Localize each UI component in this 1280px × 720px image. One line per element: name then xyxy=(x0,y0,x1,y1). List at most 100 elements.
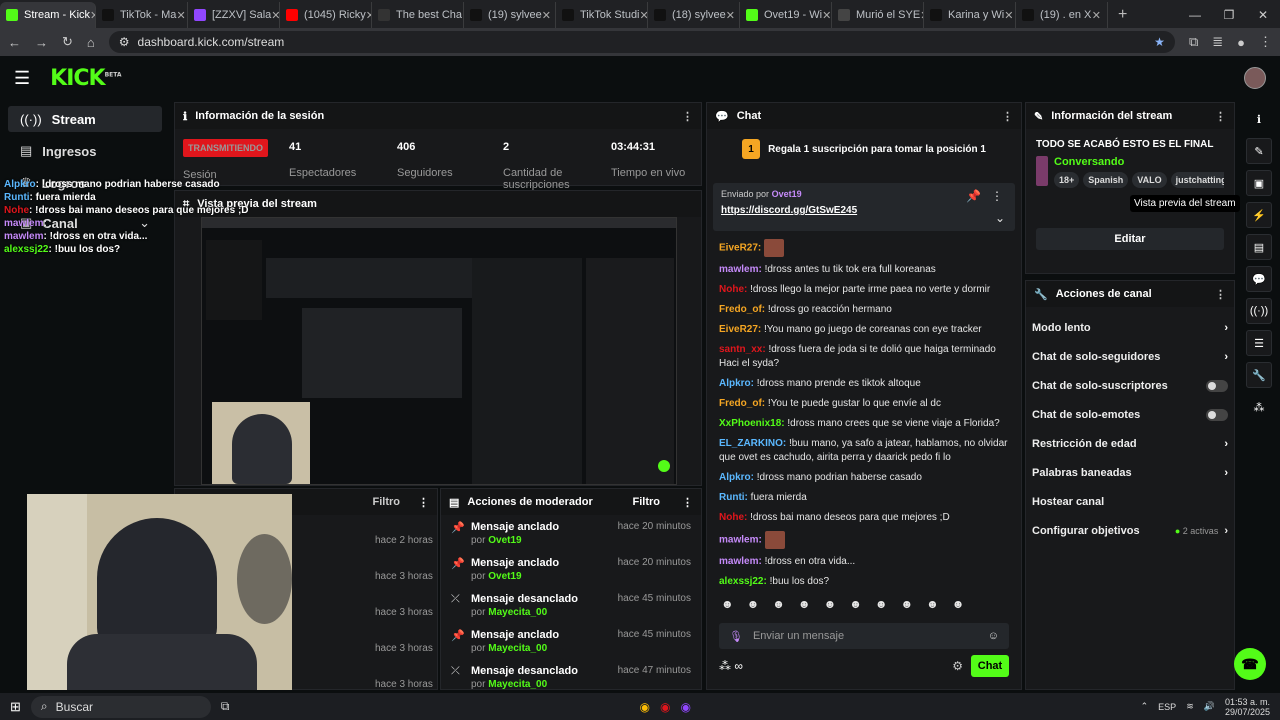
new-tab-icon[interactable]: + xyxy=(1108,2,1137,28)
maximize-icon[interactable]: ❐ xyxy=(1212,8,1246,22)
hamburger-menu-icon[interactable]: ☰ xyxy=(14,68,30,89)
toggle-switch[interactable] xyxy=(1206,379,1228,392)
emoji-picker-icon[interactable]: ☺ xyxy=(988,630,999,642)
close-tab-icon[interactable]: ✕ xyxy=(1092,9,1101,22)
points-icon[interactable]: ⁂ ∞ xyxy=(719,659,743,673)
chat-username[interactable]: Fredo_of: xyxy=(719,304,765,315)
stream-preview-icon[interactable]: ▣ xyxy=(1246,170,1272,196)
browser-menu-icon[interactable]: ⋮ xyxy=(1259,34,1272,50)
more-options-icon[interactable]: ⋮ xyxy=(1215,110,1226,123)
clock[interactable]: 01:53 a. m. 29/07/2025 xyxy=(1225,697,1270,717)
send-chat-button[interactable]: Chat xyxy=(971,655,1009,677)
emote-icon[interactable]: ☻ xyxy=(875,597,888,611)
apps-icon[interactable]: ⁂ xyxy=(1246,394,1272,420)
close-tab-icon[interactable]: ✕ xyxy=(1004,9,1013,22)
sidebar-item-stream[interactable]: ((·)) Stream xyxy=(8,106,162,132)
reload-icon[interactable]: ↻ xyxy=(62,34,73,50)
volume-icon[interactable]: 🔊 xyxy=(1204,701,1215,712)
app-taskbar-icon-2[interactable]: ◉ xyxy=(680,700,690,714)
emote-icon[interactable]: ☻ xyxy=(900,597,913,611)
channel-action-item[interactable]: Palabras baneadas › xyxy=(1026,458,1234,487)
chat-icon[interactable]: 💬 xyxy=(1246,266,1272,292)
close-tab-icon[interactable]: ✕ xyxy=(640,9,647,22)
chat-username[interactable]: mawlem: xyxy=(719,535,762,546)
chat-username[interactable]: Alpkro: xyxy=(719,378,754,389)
more-options-icon[interactable]: ⋮ xyxy=(682,110,693,123)
url-field[interactable]: ⚙ dashboard.kick.com/stream ★ xyxy=(108,31,1175,53)
mod-action-user[interactable]: Mayecita_00 xyxy=(488,679,547,689)
close-window-icon[interactable]: ✕ xyxy=(1246,8,1280,22)
document-icon[interactable]: ▤ xyxy=(1246,234,1272,260)
windows-start-icon[interactable]: ⊞ xyxy=(10,699,21,715)
emote-icon[interactable]: ☻ xyxy=(952,597,965,611)
browser-tab[interactable]: The best Cha✕ xyxy=(372,2,464,28)
chat-settings-icon[interactable]: ⚙ xyxy=(952,659,963,673)
chrome-taskbar-icon[interactable]: ◉ xyxy=(639,700,649,714)
user-avatar[interactable] xyxy=(1244,67,1266,89)
pin-icon[interactable]: 📌 xyxy=(966,189,981,203)
channel-action-item[interactable]: Chat de solo-suscriptores xyxy=(1026,371,1234,400)
emote-icon[interactable]: ☻ xyxy=(798,597,811,611)
mod-action-user[interactable]: Mayecita_00 xyxy=(488,643,547,654)
pinned-link[interactable]: https://discord.gg/GtSwE245 xyxy=(721,205,1007,216)
broadcast-icon[interactable]: ((·)) xyxy=(1246,298,1272,324)
channel-action-item[interactable]: Chat de solo-seguidores › xyxy=(1026,342,1234,371)
chat-username[interactable]: mawlem: xyxy=(719,556,762,567)
tray-chevron-icon[interactable]: ⌃ xyxy=(1141,701,1149,712)
browser-tab[interactable]: Stream - Kick✕ xyxy=(0,2,96,28)
browser-tab[interactable]: Ovet19 - Wi ✕ xyxy=(740,2,832,28)
chat-username[interactable]: EiveR27: xyxy=(719,324,761,335)
chat-username[interactable]: Runti: xyxy=(719,492,748,503)
more-options-icon[interactable]: ⋮ xyxy=(418,496,429,509)
channel-action-item[interactable]: Configurar objetivos ● 2 activas › xyxy=(1026,516,1234,545)
close-tab-icon[interactable]: ✕ xyxy=(542,9,551,22)
emote-icon[interactable]: ☻ xyxy=(721,597,734,611)
chevron-down-icon[interactable]: ⌄ xyxy=(995,211,1005,225)
chat-username[interactable]: EiveR27: xyxy=(719,243,761,254)
mod-action-user[interactable]: Mayecita_00 xyxy=(488,607,547,618)
channel-action-item[interactable]: Restricción de edad › xyxy=(1026,429,1234,458)
wrench-icon[interactable]: 🔧 xyxy=(1246,362,1272,388)
emote-icon[interactable]: ☻ xyxy=(747,597,760,611)
emote-icon[interactable]: ☻ xyxy=(849,597,862,611)
filter-button[interactable]: Filtro xyxy=(373,496,401,508)
more-options-icon[interactable]: ⋮ xyxy=(991,189,1003,203)
language-indicator[interactable]: ESP xyxy=(1158,702,1176,712)
close-tab-icon[interactable]: ✕ xyxy=(726,9,735,22)
emote-icon[interactable]: ☻ xyxy=(926,597,939,611)
extensions-icon[interactable]: ⧉ xyxy=(1189,34,1198,50)
task-view-icon[interactable]: ⧉ xyxy=(221,699,230,714)
info-icon[interactable]: ℹ xyxy=(1246,106,1272,132)
filter-button[interactable]: Filtro xyxy=(633,496,661,508)
toggle-switch[interactable] xyxy=(1206,408,1228,421)
chat-username[interactable]: Nohe: xyxy=(719,512,747,523)
profile-icon[interactable]: ● xyxy=(1237,35,1245,50)
chat-username[interactable]: santn_xx: xyxy=(719,344,766,355)
browser-tab[interactable]: TikTok Studi ✕ xyxy=(556,2,648,28)
sidebar-item-ingresos[interactable]: ▤ Ingresos xyxy=(8,138,162,164)
mod-action-user[interactable]: Ovet19 xyxy=(488,535,521,546)
browser-tab[interactable]: (19) sylvee ✕ xyxy=(464,2,556,28)
chat-username[interactable]: Nohe: xyxy=(719,284,747,295)
chat-username[interactable]: EL_ZARKINO: xyxy=(719,438,786,449)
more-options-icon[interactable]: ⋮ xyxy=(1215,288,1226,301)
edit-stream-icon[interactable]: ✎ xyxy=(1246,138,1272,164)
minimize-icon[interactable]: — xyxy=(1178,8,1212,22)
chat-username[interactable]: alexssj22: xyxy=(719,576,767,587)
chat-username[interactable]: Alpkro: xyxy=(719,472,754,483)
channel-action-item[interactable]: Chat de solo-emotes xyxy=(1026,400,1234,429)
taskbar-search[interactable]: ⌕ Buscar xyxy=(30,695,211,718)
forward-icon[interactable]: → xyxy=(35,35,48,50)
close-tab-icon[interactable]: ✕ xyxy=(176,9,185,22)
more-options-icon[interactable]: ⋮ xyxy=(1002,110,1013,123)
chat-input[interactable]: 🎙 Enviar un mensaje ☺ xyxy=(719,623,1009,649)
channel-action-item[interactable]: Modo lento › xyxy=(1026,313,1234,342)
tag-chip[interactable]: Spanish xyxy=(1083,172,1129,188)
browser-tab[interactable]: Murió el SYE✕ xyxy=(832,2,924,28)
help-button[interactable]: ☎ xyxy=(1234,648,1266,680)
tag-chip[interactable]: VALO xyxy=(1132,172,1167,188)
microphone-icon[interactable]: 🎙 xyxy=(729,630,743,643)
tag-chip[interactable]: justchatting xyxy=(1170,172,1224,188)
mod-action-user[interactable]: Ovet19 xyxy=(488,571,521,582)
kick-logo[interactable]: KICKBETA xyxy=(50,66,121,91)
